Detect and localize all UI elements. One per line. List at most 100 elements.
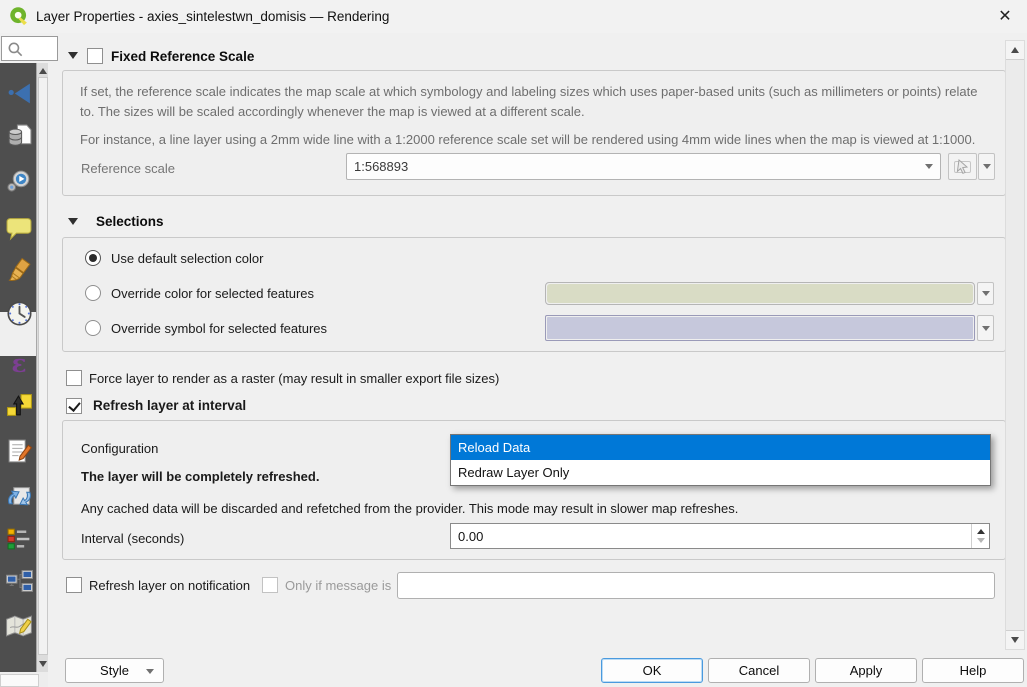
sidebar-footer-pad — [0, 674, 39, 687]
fixed-reference-scale-title: Fixed Reference Scale — [111, 49, 254, 64]
override-color-swatch-button[interactable] — [545, 282, 975, 305]
sidebar-item-information[interactable] — [2, 76, 36, 110]
close-button[interactable]: ✕ — [991, 3, 1019, 30]
only-if-message-label: Only if message is — [285, 578, 391, 593]
fixed-reference-scale-frame: If set, the reference scale indicates th… — [62, 70, 1006, 196]
legend-icon — [6, 525, 33, 552]
dropdown-option-redraw-layer-only[interactable]: Redraw Layer Only — [451, 460, 990, 485]
rendering-icon — [5, 257, 34, 286]
dropdown-option-reload-data[interactable]: Reload Data — [451, 435, 990, 460]
sidebar-footer — [0, 672, 48, 687]
interval-spinbox[interactable] — [450, 523, 990, 549]
scroll-up-icon[interactable] — [1011, 47, 1019, 53]
refresh-interval-checkbox[interactable] — [66, 398, 82, 414]
override-symbol-label: Override symbol for selected features — [111, 321, 327, 336]
dependencies-icon — [6, 484, 33, 511]
variables-icon: ε — [11, 351, 26, 376]
sidebar-item-digitizing[interactable] — [2, 609, 36, 643]
only-if-message-checkbox[interactable] — [262, 577, 278, 593]
force-raster-checkbox[interactable] — [66, 370, 82, 386]
sidebar-item-rendering[interactable] — [2, 254, 36, 288]
sidebar-item-labels[interactable] — [2, 211, 36, 245]
refresh-interval-label: Refresh layer at interval — [93, 398, 246, 413]
sidebar-item-dependencies[interactable] — [2, 480, 36, 514]
reference-scale-dropdown[interactable] — [918, 154, 940, 179]
interval-label: Interval (seconds) — [81, 531, 184, 546]
sidebar-item-elevation[interactable] — [2, 388, 36, 422]
override-color-dropdown[interactable] — [977, 282, 994, 305]
symbol-swatch — [547, 317, 973, 339]
content-scrollbar[interactable] — [1005, 40, 1025, 650]
chevron-down-icon — [925, 164, 933, 169]
labels-icon — [6, 215, 33, 242]
default-selection-color-label: Use default selection color — [111, 251, 263, 266]
refresh-on-notification-checkbox[interactable] — [66, 577, 82, 593]
override-symbol-swatch-button[interactable] — [545, 315, 975, 341]
refresh-detail: Any cached data will be discarded and re… — [81, 501, 738, 516]
scroll-down-icon[interactable] — [1011, 637, 1019, 643]
information-icon — [6, 80, 33, 107]
spin-up-icon[interactable] — [977, 529, 985, 534]
sidebar-item-metadata[interactable] — [2, 434, 36, 468]
sidebar-item-server[interactable] — [2, 564, 36, 598]
override-symbol-dropdown[interactable] — [977, 315, 994, 341]
sidebar-scrollbar[interactable] — [36, 63, 48, 672]
refresh-summary: The layer will be completely refreshed. — [81, 469, 319, 484]
chevron-down-icon — [982, 291, 990, 296]
chevron-down-icon — [146, 669, 154, 674]
configuration-dropdown-list: Reload Data Redraw Layer Only — [450, 434, 991, 486]
titlebar: Layer Properties - axies_sintelestwn_dom… — [0, 0, 1027, 33]
override-symbol-radio[interactable] — [85, 320, 101, 336]
chevron-down-icon — [983, 164, 991, 169]
ok-button[interactable]: OK — [601, 658, 703, 683]
sidebar-item-source[interactable] — [2, 119, 36, 153]
apply-button[interactable]: Apply — [815, 658, 917, 683]
override-color-label: Override color for selected features — [111, 286, 314, 301]
refresh-on-notification-label: Refresh layer on notification — [89, 578, 250, 593]
digitizing-icon — [5, 613, 34, 640]
reference-scale-input[interactable] — [354, 155, 914, 178]
selections-frame: Use default selection color Override col… — [62, 237, 1006, 352]
layer-properties-dialog: Layer Properties - axies_sintelestwn_dom… — [0, 0, 1027, 687]
interval-input[interactable] — [458, 525, 967, 547]
sidebar-item-actions[interactable] — [2, 164, 36, 198]
scale-button-dropdown[interactable] — [978, 153, 995, 180]
source-icon — [6, 123, 33, 150]
actions-icon — [6, 168, 33, 195]
temporal-icon — [6, 300, 33, 327]
spin-down-icon[interactable] — [977, 538, 985, 543]
collapse-fixed-reference-scale-icon[interactable] — [68, 52, 78, 59]
reference-scale-description: If set, the reference scale indicates th… — [80, 82, 995, 121]
configuration-label: Configuration — [81, 441, 158, 456]
map-cursor-icon — [953, 157, 973, 177]
content-scrollbar-thumb[interactable] — [1006, 59, 1024, 631]
reference-scale-combobox[interactable] — [346, 153, 941, 180]
fixed-reference-scale-checkbox[interactable] — [87, 48, 103, 64]
sidebar-item-variables[interactable]: ε — [2, 346, 36, 380]
server-icon — [5, 568, 34, 595]
collapse-selections-icon[interactable] — [68, 218, 78, 225]
selections-title: Selections — [96, 214, 164, 229]
cancel-button[interactable]: Cancel — [708, 658, 810, 683]
reference-scale-example: For instance, a line layer using a 2mm w… — [80, 130, 995, 150]
style-button-label: Style — [100, 663, 129, 678]
override-color-radio[interactable] — [85, 285, 101, 301]
notification-message-input[interactable] — [397, 572, 995, 599]
set-scale-from-canvas-button[interactable] — [948, 153, 977, 180]
sidebar-scroll-down-icon[interactable] — [39, 661, 47, 667]
elevation-icon — [6, 392, 33, 419]
sidebar-scrollbar-thumb[interactable] — [38, 77, 48, 655]
force-raster-label: Force layer to render as a raster (may r… — [89, 371, 499, 386]
default-selection-color-radio[interactable] — [85, 250, 101, 266]
sidebar-item-legend[interactable] — [2, 521, 36, 555]
tab-search-input[interactable] — [1, 36, 58, 61]
window-title: Layer Properties - axies_sintelestwn_dom… — [36, 0, 389, 33]
color-swatch — [547, 284, 973, 303]
qgis-logo-icon — [9, 6, 29, 26]
sidebar-scroll-up-icon[interactable] — [39, 68, 47, 74]
style-menu-button[interactable]: Style — [65, 658, 164, 683]
help-button[interactable]: Help — [922, 658, 1024, 683]
metadata-icon — [6, 438, 33, 465]
sidebar-item-temporal[interactable] — [2, 296, 36, 330]
chevron-down-icon — [982, 326, 990, 331]
